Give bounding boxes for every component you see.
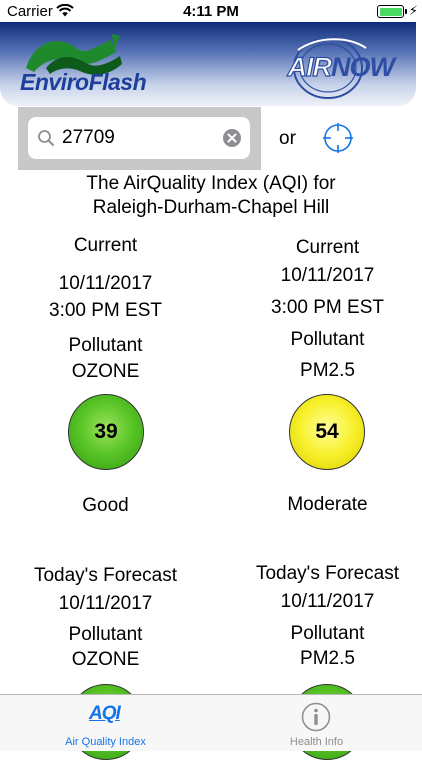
pollutant-label: Pollutant	[290, 623, 365, 644]
pollutant-label: Pollutant	[290, 329, 365, 350]
battery-tip	[405, 9, 407, 14]
search-bar[interactable]	[28, 117, 250, 159]
or-label: or	[279, 128, 296, 149]
current-time: 3:00 PM EST	[271, 297, 384, 318]
airnow-logo-text: AIRNOW	[287, 51, 395, 82]
tab-air-quality-index[interactable]: AQI Air Quality Index	[0, 695, 211, 751]
pollutant-name: PM2.5	[300, 648, 355, 669]
charging-icon: ⚡	[408, 3, 418, 18]
aqi-category: Good	[82, 495, 129, 516]
search-container	[18, 107, 261, 170]
current-label: Current	[73, 235, 138, 256]
location-crosshair-icon[interactable]	[322, 122, 354, 154]
tab-bar: AQI Air Quality Index Health Info	[0, 694, 422, 751]
pollutant-name: OZONE	[71, 361, 140, 382]
aqi-icon: AQI	[89, 703, 121, 724]
aqi-heading: The AirQuality Index (AQI) for	[86, 173, 336, 194]
region-name: Raleigh-Durham-Chapel Hill	[92, 197, 330, 218]
current-label: Current	[295, 237, 360, 258]
aqi-badge-pm25[interactable]: 54	[289, 394, 365, 470]
enviroflash-logo-text: EnviroFlash	[20, 69, 147, 95]
aqi-category: Moderate	[287, 494, 368, 515]
current-time: 3:00 PM EST	[49, 300, 162, 321]
pollutant-name: PM2.5	[300, 360, 355, 381]
search-icon	[38, 130, 54, 146]
zip-search-input[interactable]	[62, 127, 212, 149]
pollutant-label: Pollutant	[68, 624, 143, 645]
pollutant-label: Pollutant	[68, 335, 143, 356]
clear-icon[interactable]	[223, 129, 241, 147]
header-banner: EnviroFlash AIRNOW	[0, 22, 416, 106]
pollutant-name: OZONE	[71, 649, 140, 670]
info-icon	[301, 702, 331, 732]
tab-health-info[interactable]: Health Info	[211, 695, 422, 751]
status-time: 4:11 PM	[183, 3, 239, 20]
forecast-date: 10/11/2017	[280, 591, 375, 612]
forecast-label: Today's Forecast	[33, 565, 178, 586]
current-date: 10/11/2017	[280, 265, 375, 286]
battery-icon	[377, 5, 404, 18]
tab-label: Health Info	[289, 736, 344, 748]
tab-label: Air Quality Index	[65, 736, 146, 748]
forecast-date: 10/11/2017	[58, 593, 153, 614]
status-bar: Carrier 4:11 PM ⚡	[0, 0, 422, 22]
aqi-badge-ozone[interactable]: 39	[68, 394, 144, 470]
current-date: 10/11/2017	[58, 273, 153, 294]
forecast-label: Today's Forecast	[255, 563, 400, 584]
